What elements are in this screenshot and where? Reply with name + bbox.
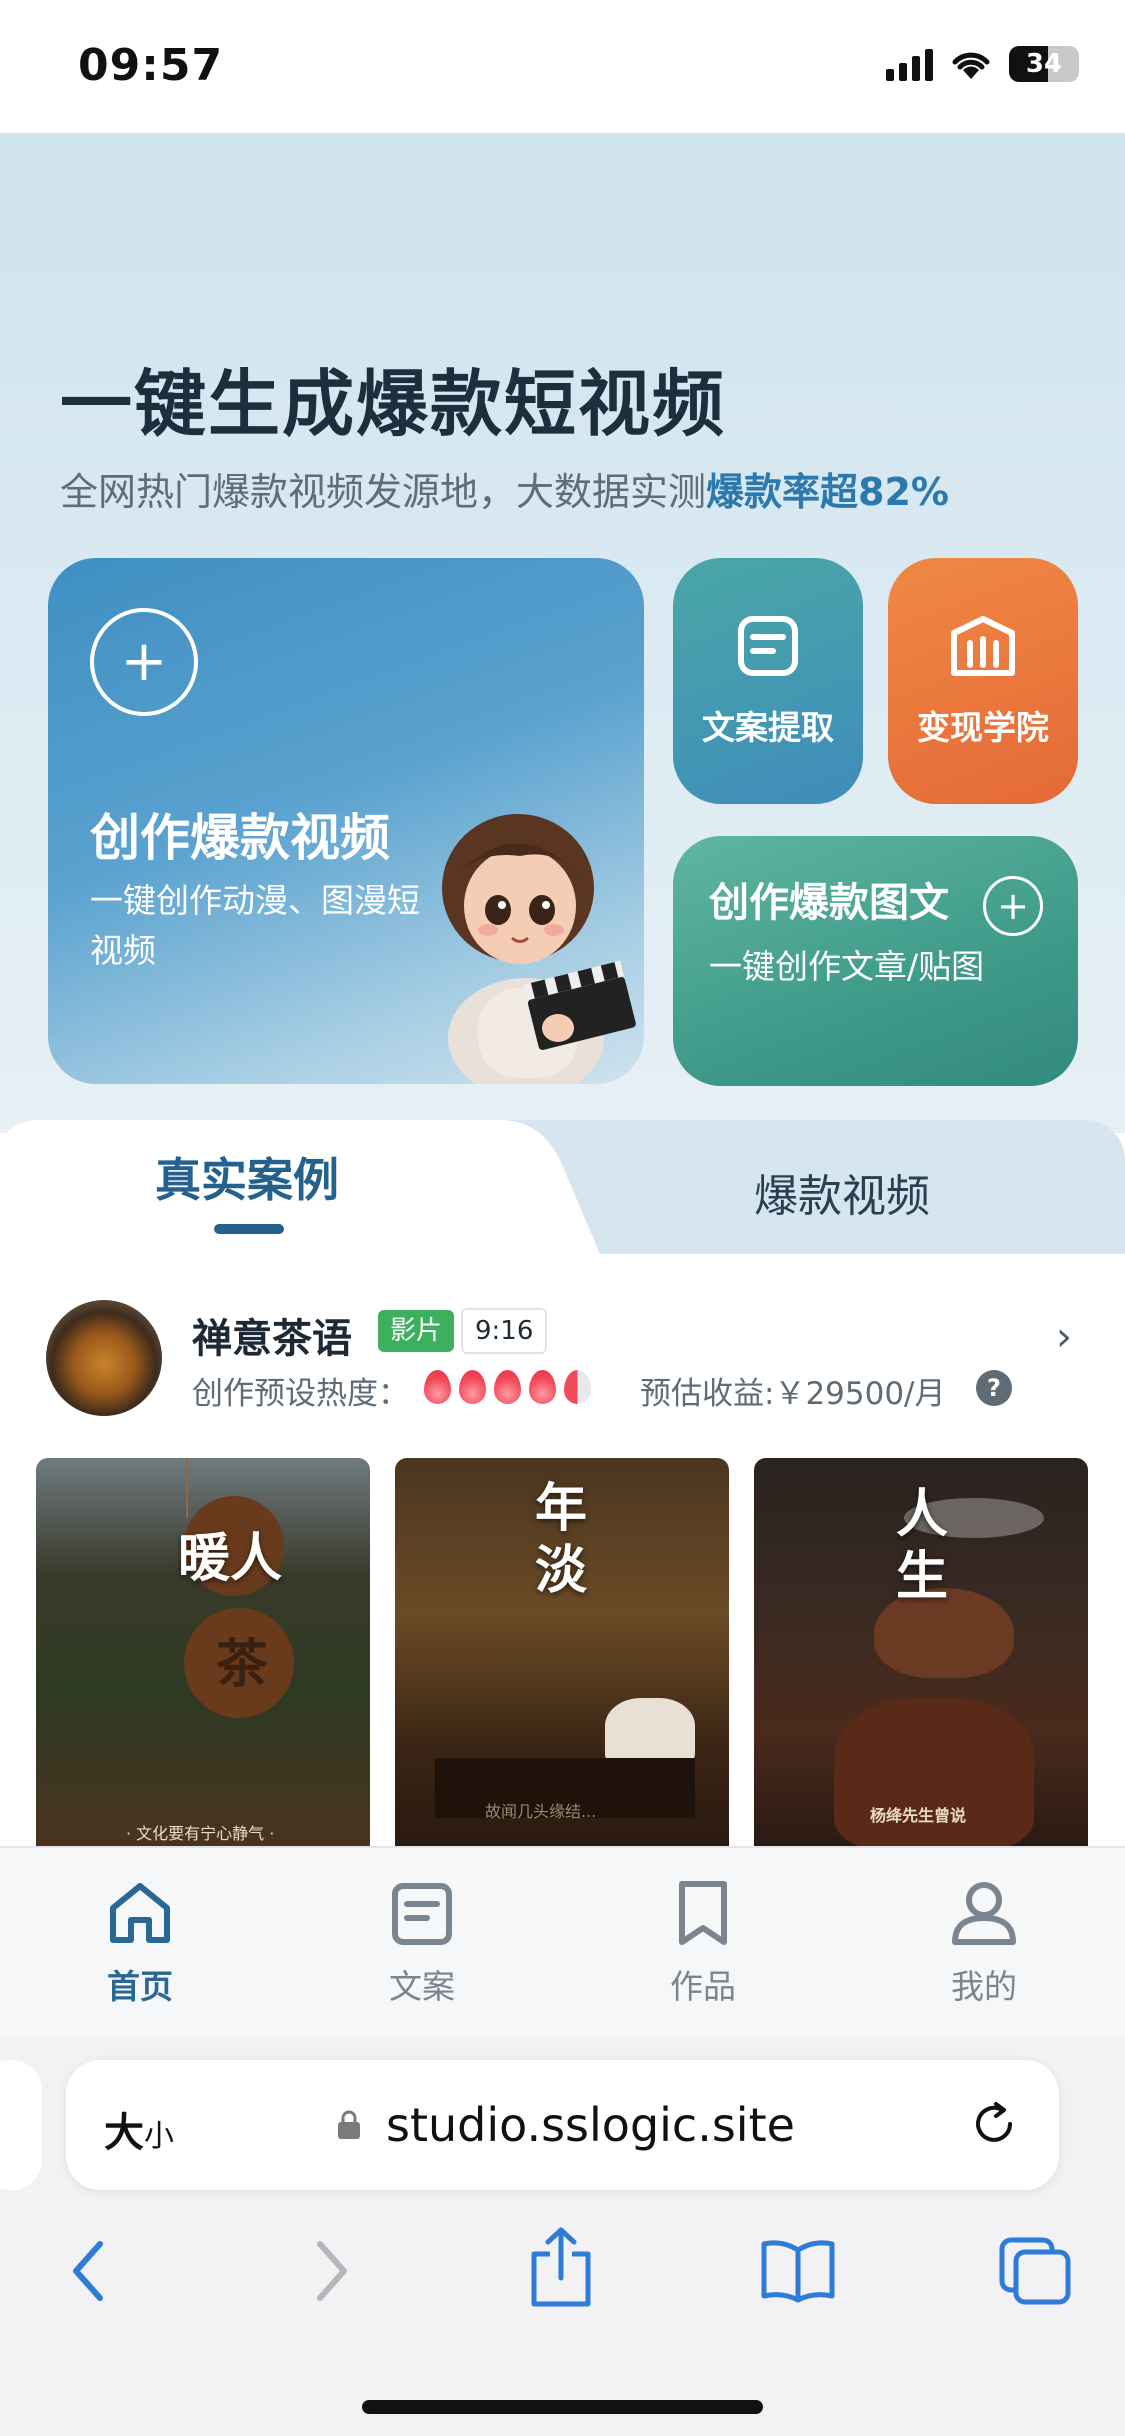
- battery-level: 34: [1025, 49, 1063, 79]
- create-post-title: 创作爆款图文: [709, 880, 949, 926]
- reload-icon[interactable]: [966, 2096, 1022, 2152]
- flame-half-icon: [564, 1370, 591, 1404]
- battery-icon: 34: [1009, 46, 1079, 82]
- tab-indicator: [214, 1224, 284, 1234]
- create-post-desc: 一键创作文章/贴图: [709, 947, 985, 986]
- tab-copy[interactable]: 文案: [352, 1878, 492, 2008]
- academy-tile[interactable]: 变现学院: [888, 558, 1078, 804]
- hero-subtitle-text: 全网热门爆款视频发源地，大数据实测: [60, 470, 707, 514]
- video-thumbnail[interactable]: 暖人 茶 · 文化要有宁心静气 ·: [36, 1458, 370, 1848]
- bookmark-icon: [679, 1881, 727, 1945]
- content-tabs: 真实案例 爆款视频: [0, 1120, 1125, 1254]
- plus-icon: +: [983, 876, 1043, 936]
- plus-icon: +: [90, 608, 198, 716]
- back-icon[interactable]: [64, 2236, 114, 2306]
- flame-icon: [494, 1370, 521, 1404]
- create-video-title: 创作爆款视频: [90, 809, 390, 867]
- create-video-card[interactable]: + 创作爆款视频 一键创作动漫、图漫短视频: [48, 558, 644, 1084]
- create-post-card[interactable]: 创作爆款图文 + 一键创作文章/贴图: [673, 836, 1078, 1086]
- tab-profile-label: 我的: [951, 1967, 1017, 2006]
- browser-toolbar: [0, 2227, 1125, 2326]
- tab-works-label: 作品: [670, 1967, 736, 2006]
- tab-hot-videos[interactable]: 爆款视频: [754, 1160, 930, 1224]
- tab-home-label: 首页: [107, 1967, 173, 2006]
- wifi-icon: [952, 52, 990, 79]
- tab-works[interactable]: 作品: [633, 1878, 773, 2008]
- thumbnail-text: 年淡: [535, 1478, 588, 1601]
- create-video-desc: 一键创作动漫、图漫短视频: [90, 881, 420, 970]
- home-icon: [110, 1883, 170, 1943]
- document-icon: [392, 1883, 452, 1945]
- tab-copy-label: 文案: [389, 1967, 455, 2006]
- help-icon[interactable]: ?: [976, 1370, 1012, 1406]
- ratio-badge: 9:16: [461, 1308, 548, 1354]
- academy-label: 变现学院: [917, 708, 1049, 747]
- home-indicator: [362, 2400, 763, 2414]
- heat-label: 创作预设热度：: [192, 1376, 409, 1412]
- hero-subtitle: 全网热门爆款视频发源地，大数据实测爆款率超82%: [60, 461, 949, 516]
- copy-extract-tile[interactable]: 文案提取: [673, 558, 863, 804]
- address-bar[interactable]: 大小 studio.sslogic.site: [66, 2060, 1059, 2190]
- estimated-income: 预估收益:￥29500/月: [640, 1376, 946, 1412]
- bookmarks-icon[interactable]: [760, 2236, 836, 2306]
- text-size-small: 小: [144, 2119, 174, 2154]
- heat-rating: [424, 1370, 591, 1404]
- hero-subtitle-highlight: 爆款率超82%: [706, 470, 949, 514]
- status-icons: 34: [886, 46, 1079, 82]
- url-text: studio.sslogic.site: [386, 2098, 795, 2152]
- share-icon[interactable]: [526, 2224, 596, 2310]
- tabs-icon[interactable]: [998, 2236, 1072, 2306]
- tab-real-cases[interactable]: 真实案例: [155, 1144, 339, 1210]
- text-size-large: 大: [104, 2110, 144, 2156]
- case-card[interactable]: 禅意茶语 影片 9:16 › 创作预设热度： 预估收益:￥29500/月 ? 暖…: [0, 1254, 1125, 1848]
- tab-home[interactable]: 首页: [70, 1878, 210, 2008]
- browser-chrome: 大小 studio.sslogic.site: [0, 2036, 1125, 2436]
- case-title: 禅意茶语: [192, 1316, 352, 1362]
- bottom-tab-bar: 首页 文案 作品 我的: [0, 1846, 1125, 2036]
- user-icon: [952, 1882, 1016, 1945]
- hero-title: 一键生成爆款短视频: [60, 362, 727, 446]
- forward-icon[interactable]: [306, 2236, 356, 2306]
- signal-icon: [886, 47, 933, 81]
- status-bar: 09:57 34: [0, 0, 1125, 133]
- thumbnail-text: 暖人: [178, 1528, 283, 1589]
- flame-icon: [424, 1370, 451, 1404]
- avatar: [46, 1300, 162, 1416]
- video-thumbnail[interactable]: 人生 杨绛先生曾说: [754, 1458, 1088, 1848]
- academy-icon: [951, 616, 1015, 676]
- thumbnail-caption: 杨绛先生曾说: [870, 1806, 967, 1825]
- mascot-illustration: [442, 814, 636, 1084]
- video-thumbnail[interactable]: 年淡 故闻几头缘结...: [395, 1458, 729, 1848]
- flame-icon: [459, 1370, 486, 1404]
- previous-tab[interactable]: [0, 2060, 42, 2190]
- flame-icon: [529, 1370, 556, 1404]
- document-icon: [738, 616, 798, 676]
- thumbnail-caption: · 文化要有宁心静气 ·: [126, 1824, 275, 1843]
- thumbnail-caption: 故闻几头缘结...: [485, 1802, 597, 1821]
- lock-icon: [338, 2110, 360, 2139]
- thumbnail-text: 人生: [896, 1484, 949, 1607]
- tab-profile[interactable]: 我的: [914, 1878, 1054, 2008]
- chevron-right-icon[interactable]: ›: [1056, 1314, 1072, 1360]
- type-badge: 影片: [378, 1310, 455, 1352]
- thumbnail-text: 茶: [216, 1634, 269, 1695]
- status-time: 09:57: [78, 40, 224, 91]
- text-size-button[interactable]: 大小: [104, 2100, 174, 2158]
- copy-extract-label: 文案提取: [702, 708, 834, 747]
